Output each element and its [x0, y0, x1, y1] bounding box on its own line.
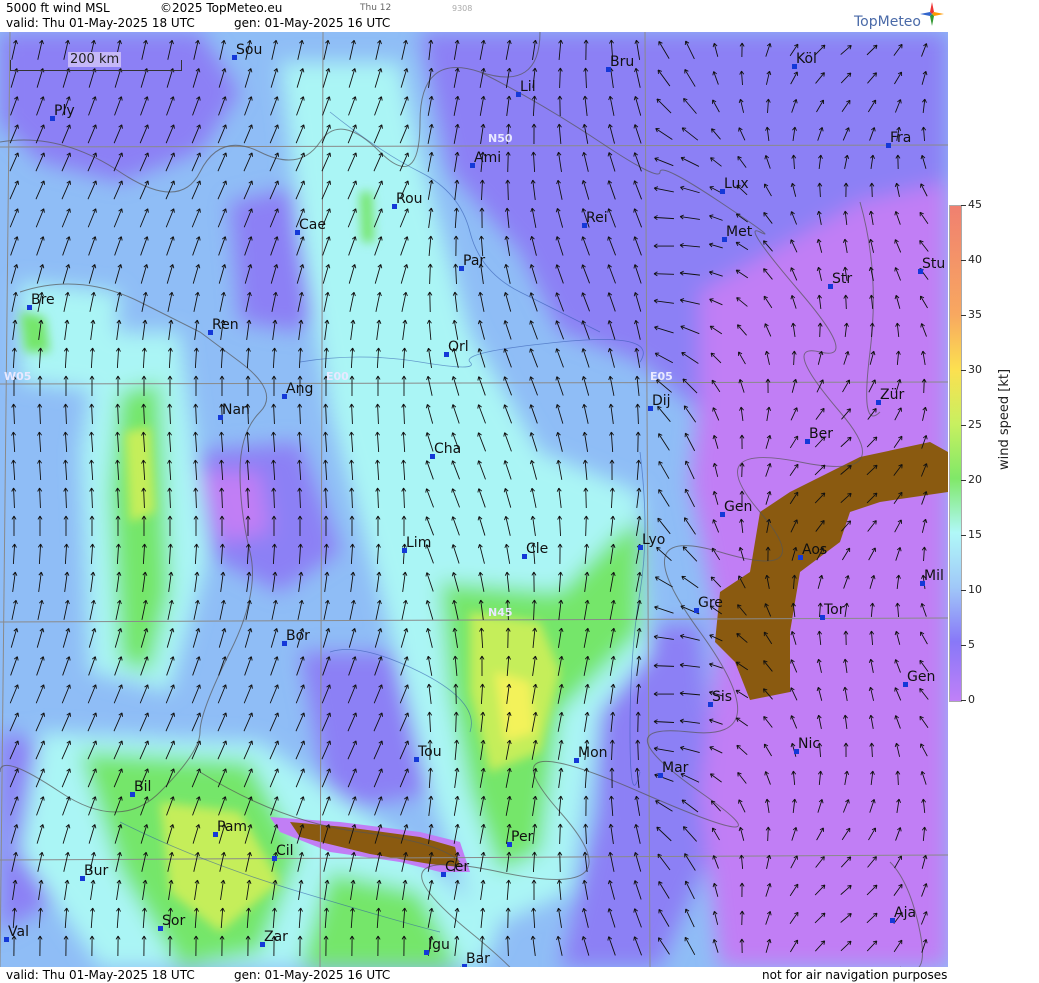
grid-label-e00: E00: [326, 370, 349, 383]
city-label[interactable]: Pam: [217, 820, 247, 834]
run-tag: Thu 12: [360, 3, 392, 13]
city-label[interactable]: Igu: [428, 938, 450, 952]
legend-tick-label: 5: [968, 638, 975, 651]
city-label[interactable]: Par: [463, 254, 485, 268]
city-label[interactable]: Sor: [162, 914, 185, 928]
scale-bar-label: 200 km: [68, 52, 122, 67]
legend-tick-label: 45: [968, 198, 982, 211]
city-label[interactable]: Bre: [31, 293, 55, 307]
city-label[interactable]: Sis: [712, 690, 732, 704]
city-label[interactable]: Sou: [236, 43, 262, 57]
city-label[interactable]: Stu: [922, 257, 945, 271]
city-label[interactable]: Cil: [276, 844, 294, 858]
city-label[interactable]: Str: [832, 272, 852, 286]
legend-tick-mark: [961, 480, 966, 481]
legend-tick-mark: [961, 370, 966, 371]
city-label[interactable]: Nan: [222, 403, 250, 417]
city-label[interactable]: Ang: [286, 382, 313, 396]
city-label[interactable]: Mon: [578, 746, 608, 760]
copyright-text: ©2025 TopMeteo.eu: [160, 1, 283, 15]
generated-time: gen: 01-May-2025 16 UTC: [234, 16, 391, 30]
disclaimer: not for air navigation purposes: [762, 968, 948, 982]
city-label[interactable]: Lux: [724, 177, 749, 191]
map-header: 5000 ft wind MSL ©2025 TopMeteo.eu Thu 1…: [0, 0, 948, 32]
city-label[interactable]: Lim: [406, 536, 431, 550]
wind-map[interactable]: 200 km N50 N45 W05 E00 E05 Sou Ply Lil Bru Köl Am…: [0, 32, 948, 967]
legend-tick-mark: [961, 425, 966, 426]
city-label[interactable]: Bor: [286, 629, 310, 643]
compass-logo-icon: [920, 2, 944, 26]
city-label[interactable]: Gen: [724, 500, 752, 514]
city-label[interactable]: Bar: [466, 952, 490, 966]
legend-tick-mark: [961, 535, 966, 536]
city-label[interactable]: Tor: [824, 603, 845, 617]
legend-tick-label: 40: [968, 253, 982, 266]
city-label[interactable]: Cae: [299, 218, 326, 232]
city-label[interactable]: Zar: [264, 930, 288, 944]
city-label[interactable]: Cle: [526, 542, 548, 556]
legend-tick-mark: [961, 645, 966, 646]
city-label[interactable]: Val: [8, 925, 29, 939]
grid-label-n50: N50: [488, 132, 513, 145]
footer-generated-time: gen: 01-May-2025 16 UTC: [234, 968, 391, 982]
legend-tick-mark: [961, 260, 966, 261]
city-label[interactable]: Met: [726, 225, 752, 239]
legend-tick-label: 0: [968, 693, 975, 706]
city-label[interactable]: Lil: [520, 80, 536, 94]
legend-tick-label: 25: [968, 418, 982, 431]
legend-tick-label: 15: [968, 528, 982, 541]
grid-label-w05: W05: [4, 370, 32, 383]
legend-tick-label: 35: [968, 308, 982, 321]
wind-speed-legend: 45 40 35 30 25 20 15 10 5 0 wind speed [kt]: [949, 0, 1039, 983]
city-label[interactable]: Rou: [396, 192, 423, 206]
product-title: 5000 ft wind MSL: [6, 1, 110, 15]
valid-time: valid: Thu 01-May-2025 18 UTC: [6, 16, 195, 30]
map-footer: valid: Thu 01-May-2025 18 UTC gen: 01-Ma…: [0, 967, 948, 983]
city-label[interactable]: Dij: [652, 394, 671, 408]
footer-valid-time: valid: Thu 01-May-2025 18 UTC: [6, 968, 195, 982]
wind-field-svg: [0, 32, 948, 967]
city-label[interactable]: Cer: [445, 860, 469, 874]
city-label[interactable]: Gen: [907, 670, 935, 684]
logo-text: TopMeteo: [854, 14, 921, 30]
city-label[interactable]: Bur: [84, 864, 108, 878]
city-label[interactable]: Lyo: [642, 533, 665, 547]
city-label[interactable]: Aos: [802, 543, 827, 557]
product-code: 9308: [452, 4, 473, 13]
grid-label-e05: E05: [650, 370, 673, 383]
legend-tick-mark: [961, 590, 966, 591]
legend-title: wind speed [kt]: [997, 368, 1012, 470]
legend-tick-mark: [961, 315, 966, 316]
city-label[interactable]: Tou: [418, 745, 442, 759]
city-label[interactable]: Ply: [54, 104, 75, 118]
legend-tick-label: 20: [968, 473, 982, 486]
city-label[interactable]: Ami: [474, 151, 501, 165]
legend-tick-label: 10: [968, 583, 982, 596]
city-label[interactable]: Bil: [134, 780, 151, 794]
city-label[interactable]: Per: [511, 830, 533, 844]
city-label[interactable]: Bru: [610, 55, 634, 69]
city-label[interactable]: Ren: [212, 318, 239, 332]
legend-colorbar: [949, 205, 962, 702]
legend-tick-mark: [961, 700, 966, 701]
city-label[interactable]: Aja: [894, 906, 916, 920]
legend-tick-mark: [961, 205, 966, 206]
grid-label-n45: N45: [488, 606, 513, 619]
city-label[interactable]: Zür: [880, 388, 904, 402]
legend-tick-label: 30: [968, 363, 982, 376]
city-label[interactable]: Rei: [586, 211, 608, 225]
city-label[interactable]: Mil: [924, 569, 944, 583]
city-label[interactable]: Mar: [662, 761, 688, 775]
city-label[interactable]: Nic: [798, 737, 820, 751]
city-label[interactable]: Fra: [890, 131, 911, 145]
city-label[interactable]: Ber: [809, 427, 833, 441]
city-label[interactable]: Köl: [796, 52, 817, 66]
city-label[interactable]: Cha: [434, 442, 461, 456]
city-label[interactable]: Orl: [448, 340, 469, 354]
city-label[interactable]: Gre: [698, 596, 723, 610]
